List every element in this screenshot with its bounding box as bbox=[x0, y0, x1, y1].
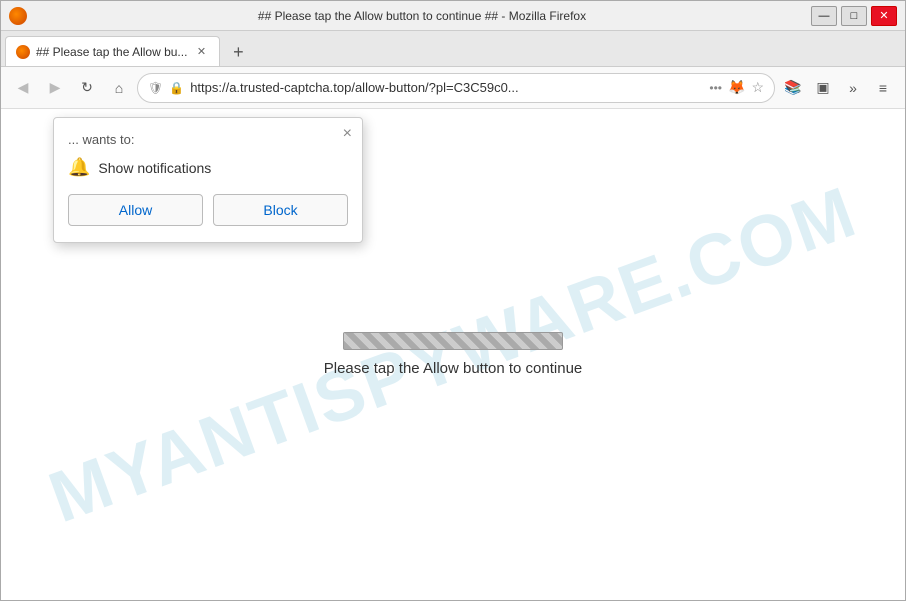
window-controls: — □ ✕ bbox=[811, 6, 897, 26]
page-message: Please tap the Allow button to continue bbox=[324, 360, 583, 377]
active-tab[interactable]: ## Please tap the Allow bu... ✕ bbox=[5, 36, 220, 66]
tab-close-button[interactable]: ✕ bbox=[193, 44, 209, 60]
content-area: MYANTISPYWARE.COM Please tap the Allow b… bbox=[1, 109, 905, 600]
allow-button[interactable]: Allow bbox=[68, 194, 203, 226]
tab-favicon bbox=[16, 45, 30, 59]
url-text: https://a.trusted-captcha.top/allow-butt… bbox=[190, 80, 703, 95]
notification-popup: × ... wants to: 🔔 Show notifications All… bbox=[53, 117, 363, 243]
minimize-button[interactable]: — bbox=[811, 6, 837, 26]
home-button[interactable]: ⌂ bbox=[105, 74, 133, 102]
close-button[interactable]: ✕ bbox=[871, 6, 897, 26]
titlebar: ## Please tap the Allow button to contin… bbox=[1, 1, 905, 31]
notification-label: Show notifications bbox=[98, 160, 211, 176]
forward-button[interactable]: ▶ bbox=[41, 74, 69, 102]
maximize-button[interactable]: □ bbox=[841, 6, 867, 26]
block-button[interactable]: Block bbox=[213, 194, 348, 226]
popup-close-button[interactable]: × bbox=[343, 126, 352, 142]
back-button[interactable]: ◀ bbox=[9, 74, 37, 102]
menu-button[interactable]: ≡ bbox=[869, 74, 897, 102]
bell-icon: 🔔 bbox=[68, 157, 90, 178]
window-title: ## Please tap the Allow button to contin… bbox=[33, 9, 811, 23]
bookmark-icon[interactable]: ☆ bbox=[751, 79, 764, 96]
more-icon[interactable]: ••• bbox=[709, 81, 722, 95]
sidebar-button[interactable]: ▣ bbox=[809, 74, 837, 102]
popup-wants-text: ... wants to: bbox=[68, 132, 348, 147]
tab-title: ## Please tap the Allow bu... bbox=[36, 45, 187, 59]
notification-row: 🔔 Show notifications bbox=[68, 157, 348, 178]
nav-right-buttons: 📚 ▣ » ≡ bbox=[779, 74, 897, 102]
shield-icon: 🛡 bbox=[148, 81, 163, 95]
container-icon: 🦊 bbox=[728, 79, 745, 96]
progress-bar bbox=[343, 332, 563, 350]
firefox-icon bbox=[9, 7, 27, 25]
new-tab-button[interactable]: + bbox=[224, 38, 252, 66]
navbar: ◀ ▶ ↻ ⌂ 🛡 🔒 https://a.trusted-captcha.to… bbox=[1, 67, 905, 109]
extensions-button[interactable]: » bbox=[839, 74, 867, 102]
lock-icon: 🔒 bbox=[169, 81, 184, 95]
library-button[interactable]: 📚 bbox=[779, 74, 807, 102]
popup-buttons: Allow Block bbox=[68, 194, 348, 226]
browser-window: ## Please tap the Allow button to contin… bbox=[0, 0, 906, 601]
reload-button[interactable]: ↻ bbox=[73, 74, 101, 102]
tabbar: ## Please tap the Allow bu... ✕ + bbox=[1, 31, 905, 67]
address-bar[interactable]: 🛡 🔒 https://a.trusted-captcha.top/allow-… bbox=[137, 73, 775, 103]
progress-bar-container bbox=[343, 332, 563, 350]
